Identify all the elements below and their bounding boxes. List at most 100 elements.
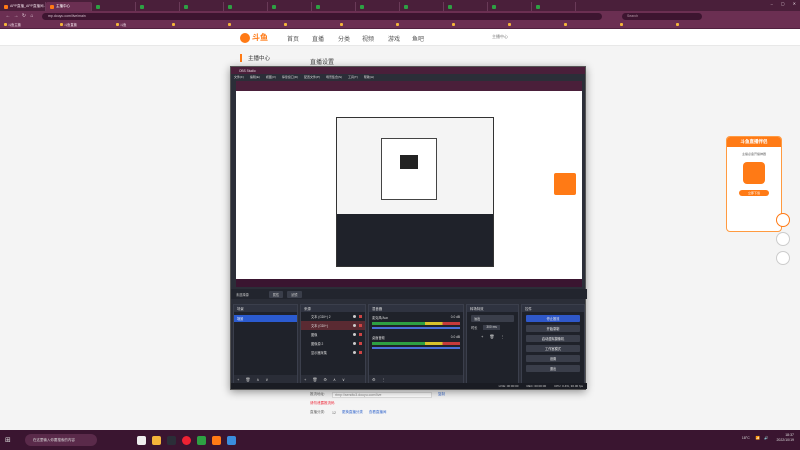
remove-scene-icon[interactable]: 🗑 [245, 377, 250, 382]
bookmark-item[interactable] [228, 23, 278, 26]
bookmark-item[interactable]: 斗鱼 [116, 22, 166, 27]
transition-menu-icon[interactable]: ⋮ [500, 334, 504, 339]
obs-icon[interactable] [166, 435, 176, 445]
source-item[interactable]: 文本 (GDI+) 2 [301, 312, 365, 321]
mixer-settings-icon[interactable]: ⚙ [372, 377, 376, 382]
eye-icon[interactable] [353, 342, 356, 345]
browser-tab[interactable] [488, 2, 532, 11]
source-up-icon[interactable]: ∧ [333, 377, 336, 382]
explorer-icon[interactable] [151, 435, 161, 445]
lock-icon[interactable] [359, 324, 362, 327]
close-icon[interactable]: ✕ [793, 1, 796, 6]
obs-window[interactable]: OBS Studio 文件(F) 编辑(E) 视图(V) 停靠窗口(D) 配置文件(P)… [230, 66, 587, 390]
bookmark-item[interactable] [340, 23, 390, 26]
change-category-link[interactable]: 更换直播分类 [342, 410, 363, 415]
site-logo[interactable]: 斗鱼 [240, 32, 268, 43]
browser-tab[interactable] [356, 2, 400, 11]
promo-widget[interactable]: 斗鱼直播伴侣 主播必备开播神器 立即下载 [726, 136, 782, 232]
bookmark-item[interactable]: 斗鱼主播 [4, 22, 54, 27]
side-top-icon[interactable] [776, 251, 790, 265]
remove-source-icon[interactable]: 🗑 [312, 377, 317, 382]
nav-item-live[interactable]: 直播 [312, 34, 324, 43]
search-input[interactable]: Search [622, 12, 702, 20]
browser-tab[interactable] [136, 2, 180, 11]
scene-up-icon[interactable]: ∧ [256, 377, 259, 382]
obs-menu-item[interactable]: 文件(F) [234, 75, 244, 79]
browser-tab[interactable] [92, 2, 136, 11]
nav-item-yuba[interactable]: 鱼吧 [412, 34, 424, 43]
volume-slider[interactable] [372, 347, 460, 349]
wechat-icon[interactable] [196, 435, 206, 445]
browser-tab[interactable] [268, 2, 312, 11]
virtual-camera-button[interactable]: 启动虚拟摄像机 [526, 335, 580, 342]
browser-tab[interactable]: 主播中心 [46, 2, 92, 11]
browser-tab[interactable] [400, 2, 444, 11]
browser-tab[interactable] [532, 2, 576, 11]
volume-slider[interactable] [372, 327, 460, 329]
mixer-menu-icon[interactable]: ⋮ [382, 377, 386, 382]
copy-button[interactable]: 复制 [438, 392, 445, 397]
obs-menu-item[interactable]: 停靠窗口(D) [282, 75, 298, 79]
windows-start-icon[interactable]: ⊞ [5, 436, 11, 444]
promo-download-button[interactable]: 立即下载 [739, 190, 769, 196]
bookmark-item[interactable] [452, 23, 502, 26]
nav-item-category[interactable]: 分类 [338, 34, 350, 43]
obs-menu-item[interactable]: 帮助(H) [364, 75, 374, 79]
bookmark-item[interactable]: 斗鱼直播 [60, 22, 110, 27]
maximize-icon[interactable]: ▢ [781, 1, 785, 6]
start-recording-button[interactable]: 开始录制 [526, 325, 580, 332]
nav-item-video[interactable]: 视频 [362, 34, 374, 43]
browser-tab[interactable]: APP直播_APP直播间... [0, 2, 46, 11]
scene-item[interactable]: 场景 [234, 315, 297, 322]
settings-button[interactable]: 设置 [526, 355, 580, 362]
browser-tab[interactable] [444, 2, 488, 11]
add-transition-icon[interactable]: + [481, 334, 483, 339]
bookmark-item[interactable] [172, 23, 222, 26]
obs-preview[interactable] [236, 81, 582, 287]
bookmark-item[interactable] [620, 23, 670, 26]
lock-icon[interactable] [359, 315, 362, 318]
remove-transition-icon[interactable]: 🗑 [489, 334, 494, 339]
clock[interactable]: 18:37 2022/10/19 [776, 433, 794, 443]
bookmark-item[interactable] [676, 23, 726, 26]
lock-icon[interactable] [359, 333, 362, 336]
bookmark-item[interactable] [508, 23, 558, 26]
reload-icon[interactable]: ↻ [20, 13, 28, 19]
add-source-icon[interactable]: + [304, 377, 306, 382]
obs-menu-item[interactable]: 编辑(E) [250, 75, 260, 79]
app-icon[interactable] [181, 435, 191, 445]
side-action-icon[interactable] [776, 213, 790, 227]
transition-select[interactable]: 淡出 [471, 315, 514, 322]
url-input[interactable]: mp.douyu.com/live/main [42, 12, 602, 20]
network-icon[interactable]: 📶 [756, 436, 760, 440]
eye-icon[interactable] [353, 324, 356, 327]
browser-tab[interactable] [180, 2, 224, 11]
lock-icon[interactable] [359, 351, 362, 354]
source-item[interactable]: 显示器采集 [301, 348, 365, 357]
source-item[interactable]: 图像 [301, 330, 365, 339]
taskbar-search[interactable]: 在这里输入你要搜索的内容 [24, 434, 97, 446]
bookmark-item[interactable] [396, 23, 446, 26]
eye-icon[interactable] [353, 315, 356, 318]
view-room-link[interactable]: 查看直播间 [369, 410, 387, 415]
studio-mode-button[interactable]: 工作室模式 [526, 345, 580, 352]
source-settings-icon[interactable]: ⚙ [323, 377, 327, 382]
browser-tab[interactable] [312, 2, 356, 11]
obs-menu-item[interactable]: 场景集合(S) [326, 75, 342, 79]
source-down-icon[interactable]: ∨ [342, 377, 345, 382]
lock-icon[interactable] [359, 342, 362, 345]
browser-tab[interactable] [224, 2, 268, 11]
side-refresh-icon[interactable] [776, 232, 790, 246]
douyu-icon[interactable] [211, 435, 221, 445]
taskview-icon[interactable] [136, 435, 146, 445]
home-icon[interactable]: ⌂ [28, 13, 36, 19]
eye-icon[interactable] [353, 351, 356, 354]
obs-menu-item[interactable]: 视图(V) [266, 75, 276, 79]
bookmark-item[interactable] [564, 23, 614, 26]
exit-button[interactable]: 退出 [526, 365, 580, 372]
stream-url-field[interactable]: rtmp://sendtc3.douyu.com/live [332, 391, 432, 398]
back-icon[interactable]: ← [4, 13, 12, 19]
source-item[interactable]: 文本 (GDI+) [301, 321, 365, 330]
minimize-icon[interactable]: – [771, 1, 773, 6]
properties-button[interactable]: 属性 [268, 290, 284, 298]
